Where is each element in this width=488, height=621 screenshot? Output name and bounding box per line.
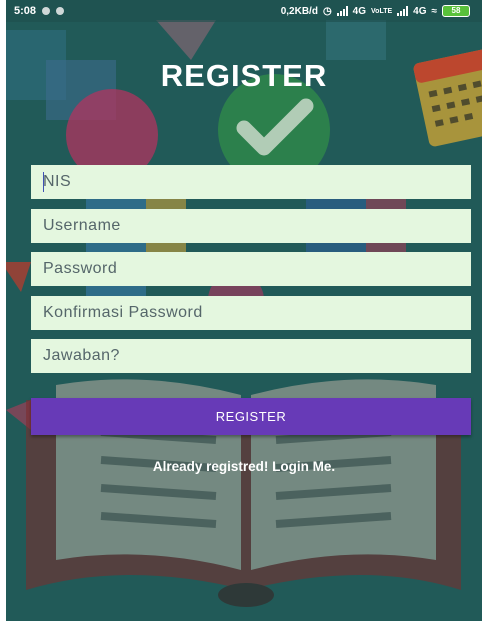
status-time: 5:08: [14, 5, 37, 17]
username-placeholder: Username: [43, 217, 121, 234]
status-left: 5:08: [14, 5, 65, 17]
register-button[interactable]: REGISTER: [31, 398, 471, 435]
volte-label: VoLTE: [371, 7, 393, 15]
signal-icon: [397, 6, 409, 16]
username-input[interactable]: Username: [31, 209, 471, 243]
network-type-2: 4G: [413, 5, 427, 17]
clock-icon: ◷: [322, 5, 332, 17]
battery-icon: 58: [442, 5, 470, 17]
notification-dot-icon: [42, 7, 51, 15]
wifi-icon: ≈: [431, 5, 438, 17]
network-type-1: 4G: [352, 5, 367, 17]
network-speed: 0,2KB/d: [280, 5, 318, 17]
confirm-password-placeholder: Konfirmasi Password: [43, 304, 203, 321]
answer-placeholder: Jawaban?: [43, 347, 120, 364]
status-right: 0,2KB/d ◷ 4G VoLTE 4G ≈ 58: [281, 5, 470, 17]
nis-input[interactable]: NIS: [31, 165, 471, 199]
signal-icon: [336, 6, 348, 16]
login-link[interactable]: Already registred! Login Me.: [6, 459, 482, 474]
confirm-password-input[interactable]: Konfirmasi Password: [31, 296, 471, 330]
answer-input[interactable]: Jawaban?: [31, 339, 471, 373]
page-title: REGISTER: [160, 58, 328, 93]
password-input[interactable]: Password: [31, 252, 471, 286]
password-placeholder: Password: [43, 260, 118, 277]
text-cursor: [43, 172, 44, 192]
nis-placeholder: NIS: [43, 173, 72, 190]
status-bar: 5:08 0,2KB/d ◷ 4G VoLTE 4G ≈ 58: [6, 0, 482, 22]
phone-screen: 5:08 0,2KB/d ◷ 4G VoLTE 4G ≈ 58 REGISTER…: [6, 0, 482, 621]
notification-dot-icon: [56, 7, 65, 15]
